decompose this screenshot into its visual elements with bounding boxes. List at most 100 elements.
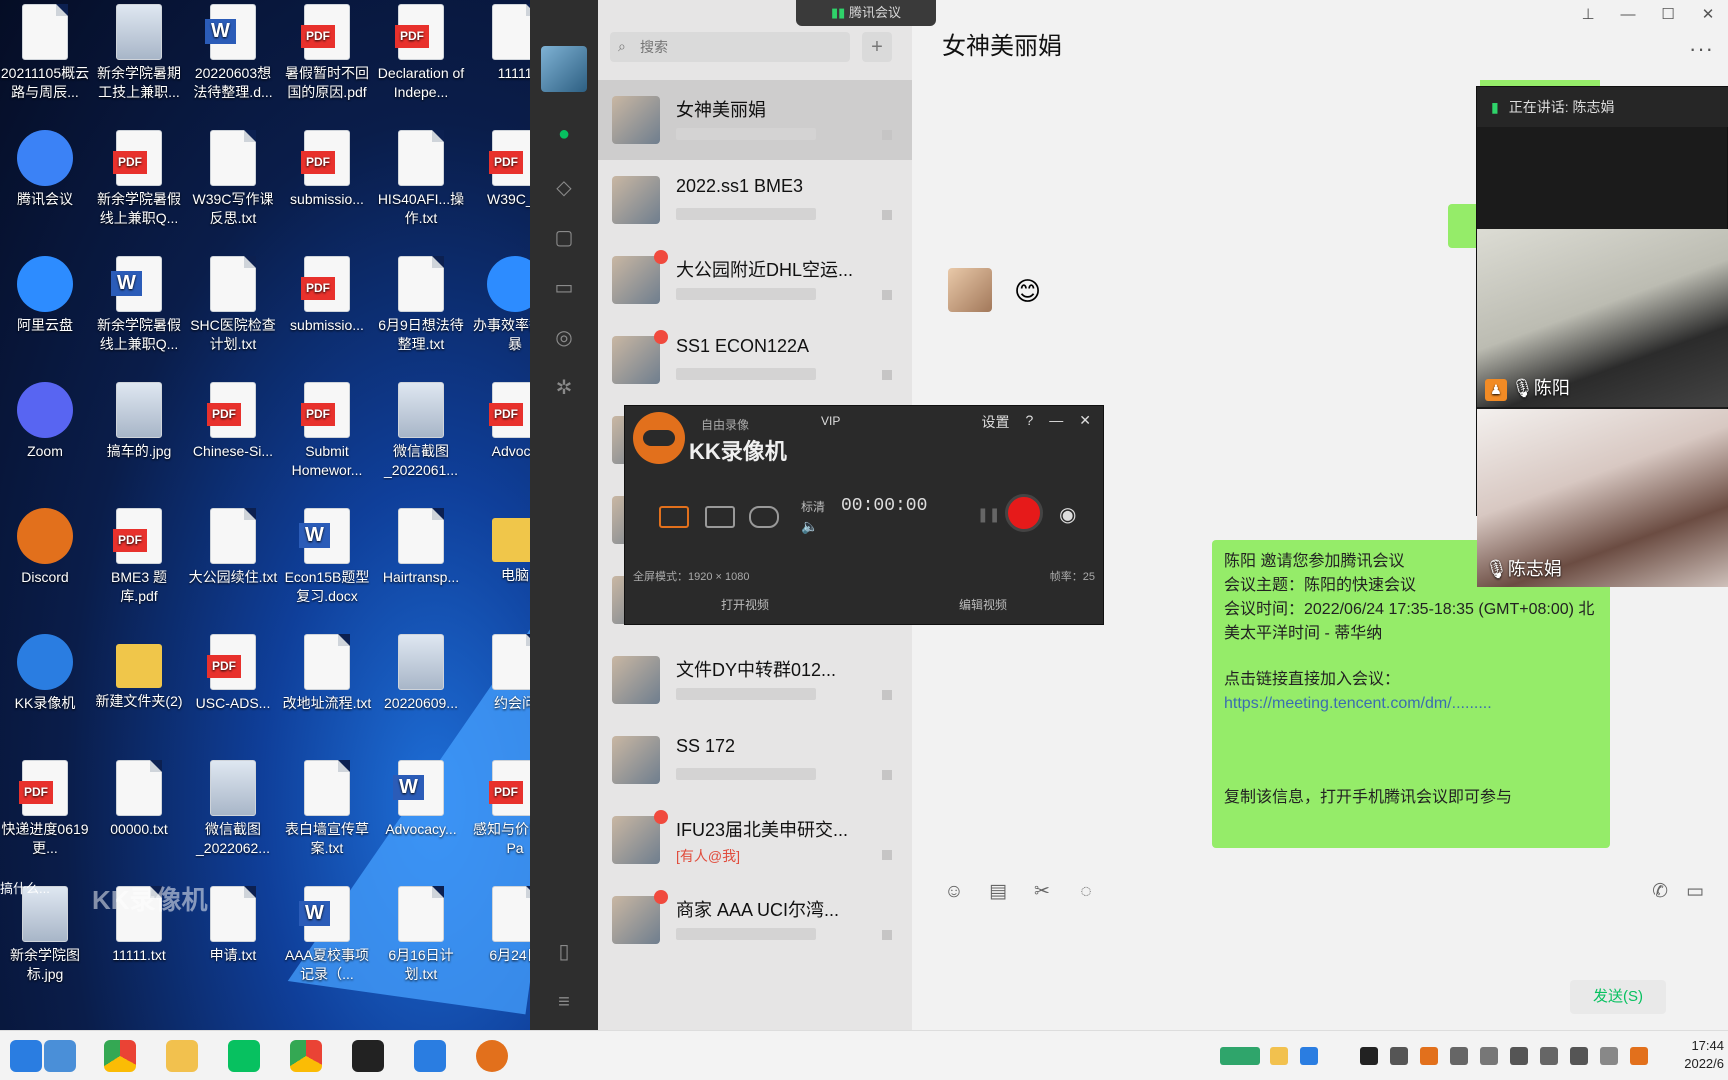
volume-icon[interactable] bbox=[1570, 1047, 1588, 1065]
contact-avatar[interactable] bbox=[948, 268, 992, 312]
chat-bubble-icon[interactable]: ◌ bbox=[1074, 880, 1098, 904]
file-explorer-icon[interactable] bbox=[166, 1040, 198, 1072]
game-mode-icon[interactable] bbox=[749, 506, 779, 528]
desktop-icon[interactable]: 暑假暂时不回国的原因.pdf bbox=[282, 4, 372, 102]
terminal-icon[interactable] bbox=[352, 1040, 384, 1072]
desktop-icon[interactable]: 表白墙宣传草案.txt bbox=[282, 760, 372, 858]
more-button[interactable]: ··· bbox=[1689, 36, 1714, 62]
phone-icon[interactable]: ▯ bbox=[552, 940, 576, 964]
pin-icon[interactable]: ⊥ bbox=[1568, 0, 1608, 30]
chrome-icon[interactable] bbox=[290, 1040, 322, 1072]
desktop-icon[interactable]: submissio... bbox=[282, 256, 372, 354]
desktop-icon[interactable]: 微信截图_2022061... bbox=[376, 382, 466, 480]
kk-recorder-icon[interactable] bbox=[476, 1040, 508, 1072]
files-icon[interactable]: ▭ bbox=[552, 276, 576, 300]
chat-icon[interactable]: ● bbox=[552, 122, 576, 146]
tray-app-icon[interactable] bbox=[1450, 1047, 1468, 1065]
desktop-icon[interactable]: 改地址流程.txt bbox=[282, 634, 372, 732]
camera-icon[interactable]: ◉ bbox=[1059, 502, 1076, 527]
send-button[interactable]: 发送(S) bbox=[1570, 980, 1666, 1014]
battery-icon[interactable] bbox=[1220, 1047, 1260, 1065]
desktop-icon[interactable]: USC-ADS... bbox=[188, 634, 278, 732]
desktop-icon[interactable]: Advoca bbox=[470, 382, 530, 480]
desktop-icon[interactable]: 11111 bbox=[470, 4, 530, 102]
video-call-icon[interactable]: ▭ bbox=[1686, 880, 1704, 903]
desktop-icon[interactable]: 电脑 bbox=[470, 508, 530, 604]
tray-app-icon[interactable] bbox=[1300, 1047, 1318, 1065]
desktop-icon[interactable]: 快递进度0619更... bbox=[0, 760, 90, 858]
tencent-meeting-tab[interactable]: ▮▮ 腾讯会议 bbox=[796, 0, 936, 26]
desktop-icon[interactable]: KK录像机 bbox=[0, 634, 90, 732]
desktop-icon[interactable]: 新建文件夹(2) bbox=[94, 634, 184, 730]
speaker-icon[interactable]: 🔈 bbox=[801, 518, 818, 535]
miniprogram-icon[interactable]: ✲ bbox=[552, 376, 576, 400]
desktop-icon[interactable]: 微信截图_2022062... bbox=[188, 760, 278, 858]
desktop-icon[interactable]: 大公园续住.txt bbox=[188, 508, 278, 606]
meeting-link[interactable]: https://meeting.tencent.com/dm/......... bbox=[1224, 692, 1598, 716]
desktop-icon[interactable]: 搞车的.jpg bbox=[94, 382, 184, 480]
desktop-icon[interactable]: 感知与价实际Pa bbox=[470, 760, 530, 858]
microphone-icon[interactable] bbox=[1390, 1047, 1408, 1065]
desktop-icon[interactable]: 阿里云盘 bbox=[0, 256, 90, 354]
emoji-icon[interactable]: ☺ bbox=[942, 880, 966, 904]
folder-icon[interactable]: ▤ bbox=[986, 880, 1010, 904]
contacts-icon[interactable]: ◇ bbox=[552, 176, 576, 200]
tencent-meeting-icon[interactable] bbox=[414, 1040, 446, 1072]
desktop-icon[interactable]: 20211105概云路与周辰... bbox=[0, 4, 90, 102]
my-avatar[interactable] bbox=[541, 46, 587, 92]
desktop-icon[interactable]: 6月16日计划.txt bbox=[376, 886, 466, 984]
search-app-icon[interactable] bbox=[44, 1040, 76, 1072]
desktop-icon[interactable]: 20220609... bbox=[376, 634, 466, 732]
clock[interactable]: 17:44 2022/6 bbox=[1684, 1037, 1724, 1073]
menu-icon[interactable]: ≡ bbox=[552, 990, 576, 1014]
desktop-icon[interactable]: 20220603想法待整理.d... bbox=[188, 4, 278, 102]
chat-list-item[interactable]: 大公园附近DHL空运... bbox=[598, 240, 912, 320]
open-video-link[interactable]: 打开视频 bbox=[721, 596, 769, 613]
moments-icon[interactable]: ◎ bbox=[552, 326, 576, 350]
desktop-icon[interactable]: Hairtransp... bbox=[376, 508, 466, 606]
desktop-icon[interactable]: 6月9日想法待整理.txt bbox=[376, 256, 466, 354]
desktop-icon[interactable]: Advocacy... bbox=[376, 760, 466, 858]
record-button[interactable] bbox=[1005, 494, 1043, 532]
chat-list-item[interactable]: SS 172 bbox=[598, 720, 912, 800]
desktop-icon[interactable]: 新余学院暑假线上兼职Q... bbox=[94, 130, 184, 228]
fullscreen-mode-icon[interactable] bbox=[659, 506, 689, 528]
desktop-icon[interactable]: Chinese-Si... bbox=[188, 382, 278, 480]
kk-minimize-button[interactable]: — bbox=[1049, 412, 1063, 432]
network-icon[interactable] bbox=[1510, 1047, 1528, 1065]
video-tile[interactable]: ♟ 🎙陈阳 bbox=[1477, 229, 1728, 407]
desktop-icon[interactable]: Zoom bbox=[0, 382, 90, 480]
desktop-icon[interactable]: SHC医院检查计划.txt bbox=[188, 256, 278, 354]
close-button[interactable]: ✕ bbox=[1688, 0, 1728, 30]
desktop-icon[interactable]: Declaration of Indepe... bbox=[376, 4, 466, 102]
desktop-icon[interactable]: 新余学院图标.jpg bbox=[0, 886, 90, 984]
add-button[interactable]: + bbox=[862, 32, 892, 62]
desktop-icon[interactable]: 约会问 bbox=[470, 634, 530, 732]
pause-icon[interactable]: ❚❚ bbox=[977, 506, 1000, 523]
desktop-icon[interactable]: 办事效率翻风暴 bbox=[470, 256, 530, 354]
desktop-icon[interactable]: HIS40AFI...操作.txt bbox=[376, 130, 466, 228]
desktop-icon[interactable]: 00000.txt bbox=[94, 760, 184, 858]
tray-app-icon[interactable] bbox=[1630, 1047, 1648, 1065]
ime-icon[interactable] bbox=[1600, 1047, 1618, 1065]
tray-app-icon[interactable] bbox=[1360, 1047, 1378, 1065]
edit-video-link[interactable]: 编辑视频 bbox=[959, 596, 1007, 613]
desktop-icon[interactable]: 新余学院暑假线上兼职Q... bbox=[94, 256, 184, 354]
chat-list-item[interactable]: 女神美丽娟 bbox=[598, 80, 912, 160]
chrome-icon[interactable] bbox=[104, 1040, 136, 1072]
desktop-icon[interactable]: Econ15B题型复习.docx bbox=[282, 508, 372, 606]
chat-list-item[interactable]: 商家 AAA UCI尔湾... bbox=[598, 880, 912, 960]
chat-list-item[interactable]: IFU23届北美申研交... [有人@我] bbox=[598, 800, 912, 880]
kk-help-button[interactable]: ? bbox=[1025, 412, 1033, 432]
desktop-icon[interactable]: 6月24日 bbox=[470, 886, 530, 984]
kk-vip-badge[interactable]: VIP bbox=[821, 414, 840, 428]
kk-mode-label[interactable]: 自由录像 bbox=[701, 416, 749, 433]
desktop-icon[interactable]: W39C写作课反思.txt bbox=[188, 130, 278, 228]
chat-list-item[interactable]: 2022.ss1 BME3 bbox=[598, 160, 912, 240]
desktop-icon[interactable]: 腾讯会议 bbox=[0, 130, 90, 228]
chat-list-item[interactable]: 文件DY中转群012... bbox=[598, 640, 912, 720]
tray-app-icon[interactable] bbox=[1420, 1047, 1438, 1065]
desktop-icon[interactable]: W39C_A bbox=[470, 130, 530, 228]
desktop-icon[interactable]: AAA夏校事项记录（... bbox=[282, 886, 372, 984]
desktop-icon[interactable]: 新余学院暑期工技上兼职... bbox=[94, 4, 184, 102]
